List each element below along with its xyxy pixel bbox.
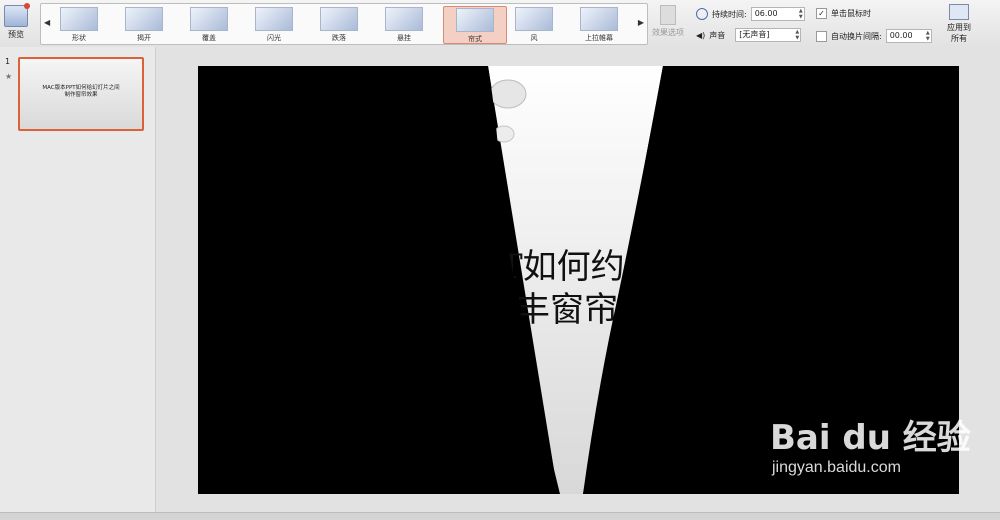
transition-thumbnail-icon [125,7,163,31]
duration-stepper[interactable]: 06.00 ▲ ▼ [750,7,805,21]
transition-label: 闪光 [267,34,281,42]
transition-label: 揭开 [137,34,151,42]
transition-gallery: ◀ 形状 揭开 覆盖 闪光 跌落 悬挂 帘式 风 上拉帷幕 ▶ [40,3,648,45]
sound-label: 声音 [709,30,726,40]
slides-panel: 1 ★ MAC版本PPT如何给幻灯片之间 制作窗帘效果 [0,47,156,512]
stepper-arrows-icon[interactable]: ▲ ▼ [799,8,803,20]
preview-label: 预览 [8,30,24,39]
transition-thumbnail-icon [190,7,228,31]
transition-thumbnail-icon [580,7,618,31]
slide-thumbnail[interactable]: MAC版本PPT如何给幻灯片之间 制作窗帘效果 [18,57,144,131]
transition-item[interactable]: 悬挂 [378,6,430,42]
thumbnail-title: MAC版本PPT如何给幻灯片之间 制作窗帘效果 [20,85,142,99]
auto-after-label: 自动换片间隔: [831,31,882,41]
watermark-logo-text: Bai du 经验 [770,418,971,458]
watermark-url: jingyan.baidu.com [772,459,901,476]
thumbnail-title-line-1: MAC版本PPT如何给幻灯片之间 [42,85,120,91]
stepper-arrows-icon[interactable]: ▲ ▼ [926,30,930,42]
thumbnail-title-line-2: 制作窗帘效果 [64,92,98,98]
apply-to-all-label: 应用到所有 [947,23,971,43]
on-click-label: 单击鼠标时 [831,9,871,18]
transition-thumbnail-icon [60,7,98,31]
effect-options-label: 效果选项 [652,28,684,37]
slide-title-line-2: 丰窗帘 [516,290,618,330]
transition-label: 形状 [72,34,86,42]
sound-select[interactable]: [无声音] ▲ ▼ [735,28,802,42]
transition-thumbnail-icon [385,7,423,31]
transition-item[interactable]: 风 [508,6,560,42]
transition-item[interactable]: 覆盖 [183,6,235,42]
effect-options-icon [660,5,676,25]
transition-label: 跌落 [332,34,346,42]
auto-after-value: 00.00 [889,31,913,40]
transition-label: 帘式 [468,35,482,43]
slide-number: 1 [5,57,11,66]
transition-item[interactable]: 形状 [53,6,105,42]
duration-value: 06.00 [754,9,778,18]
transitions-ribbon: 预览 ◀ 形状 揭开 覆盖 闪光 跌落 悬挂 帘式 风 上拉帷幕 ▶ 效果选项 持续时间: 06… [0,0,1000,48]
slide-title-line-1: T如何约 [500,247,625,287]
on-click-checkbox[interactable]: ✓ [816,8,827,19]
transition-item[interactable]: 跌落 [313,6,365,42]
transition-item[interactable]: 揭开 [118,6,170,42]
transition-label: 覆盖 [202,34,216,42]
apply-to-all-icon [949,4,969,20]
apply-to-all-button[interactable]: 应用到所有 [940,4,978,44]
transition-thumbnail-icon [456,8,494,32]
transition-item[interactable]: 闪光 [248,6,300,42]
transition-label: 上拉帷幕 [585,34,613,42]
sound-row: ◀) 声音 [无声音] ▲ ▼ [696,28,802,42]
preview-icon [4,3,30,27]
on-click-row: ✓ 单击鼠标时 [816,8,871,19]
preview-button[interactable]: 预览 [2,3,30,43]
transition-star-icon: ★ [5,72,13,81]
sound-value: [无声音] [739,30,770,39]
duration-row: 持续时间: 06.00 ▲ ▼ [696,7,805,21]
transition-thumbnail-icon [320,7,358,31]
transition-thumbnail-icon [255,7,293,31]
transition-label: 风 [530,34,538,42]
baidu-watermark: Bai du 经验 jingyan.baidu.com [770,410,971,477]
transition-label: 悬挂 [397,34,411,42]
auto-after-stepper[interactable]: 00.00 ▲ ▼ [885,29,932,43]
speaker-icon: ◀) [696,30,706,40]
effect-options-button[interactable]: 效果选项 [650,5,686,38]
clock-icon [696,8,708,20]
transition-item[interactable]: 上拉帷幕 [573,6,625,42]
transition-thumbnail-icon [515,7,553,31]
transition-item[interactable]: 帘式 [443,6,507,44]
auto-after-checkbox[interactable] [816,30,827,42]
gallery-right-arrow-icon[interactable]: ▶ [638,18,644,27]
water-drop-decoration [489,79,527,109]
select-arrows-icon[interactable]: ▲ ▼ [795,29,799,41]
gallery-left-arrow-icon[interactable]: ◀ [44,18,50,27]
duration-label: 持续时间: [712,9,747,19]
auto-after-row: 自动换片间隔: 00.00 ▲ ▼ [816,29,932,43]
